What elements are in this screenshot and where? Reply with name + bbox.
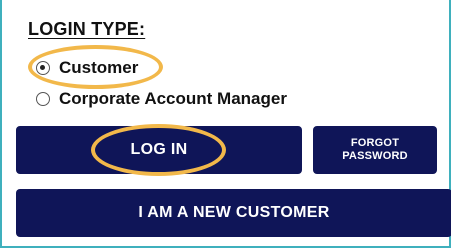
radio-label-corporate-account-manager: Corporate Account Manager — [59, 89, 287, 108]
new-customer-button[interactable]: I AM A NEW CUSTOMER — [16, 189, 451, 237]
radio-option-customer[interactable]: Customer — [36, 58, 138, 78]
forgot-password-button[interactable]: FORGOT PASSWORD — [313, 126, 437, 174]
radio-label-customer: Customer — [59, 58, 139, 77]
login-panel: LOGIN TYPE: Customer Corporate Account M… — [0, 0, 451, 248]
radio-button-corporate-account-manager[interactable] — [36, 92, 50, 106]
radio-button-customer[interactable] — [36, 61, 50, 75]
login-button[interactable]: LOG IN — [16, 126, 302, 174]
radio-option-corporate-account-manager[interactable]: Corporate Account Manager — [36, 89, 287, 109]
login-type-heading: LOGIN TYPE: — [28, 19, 146, 39]
